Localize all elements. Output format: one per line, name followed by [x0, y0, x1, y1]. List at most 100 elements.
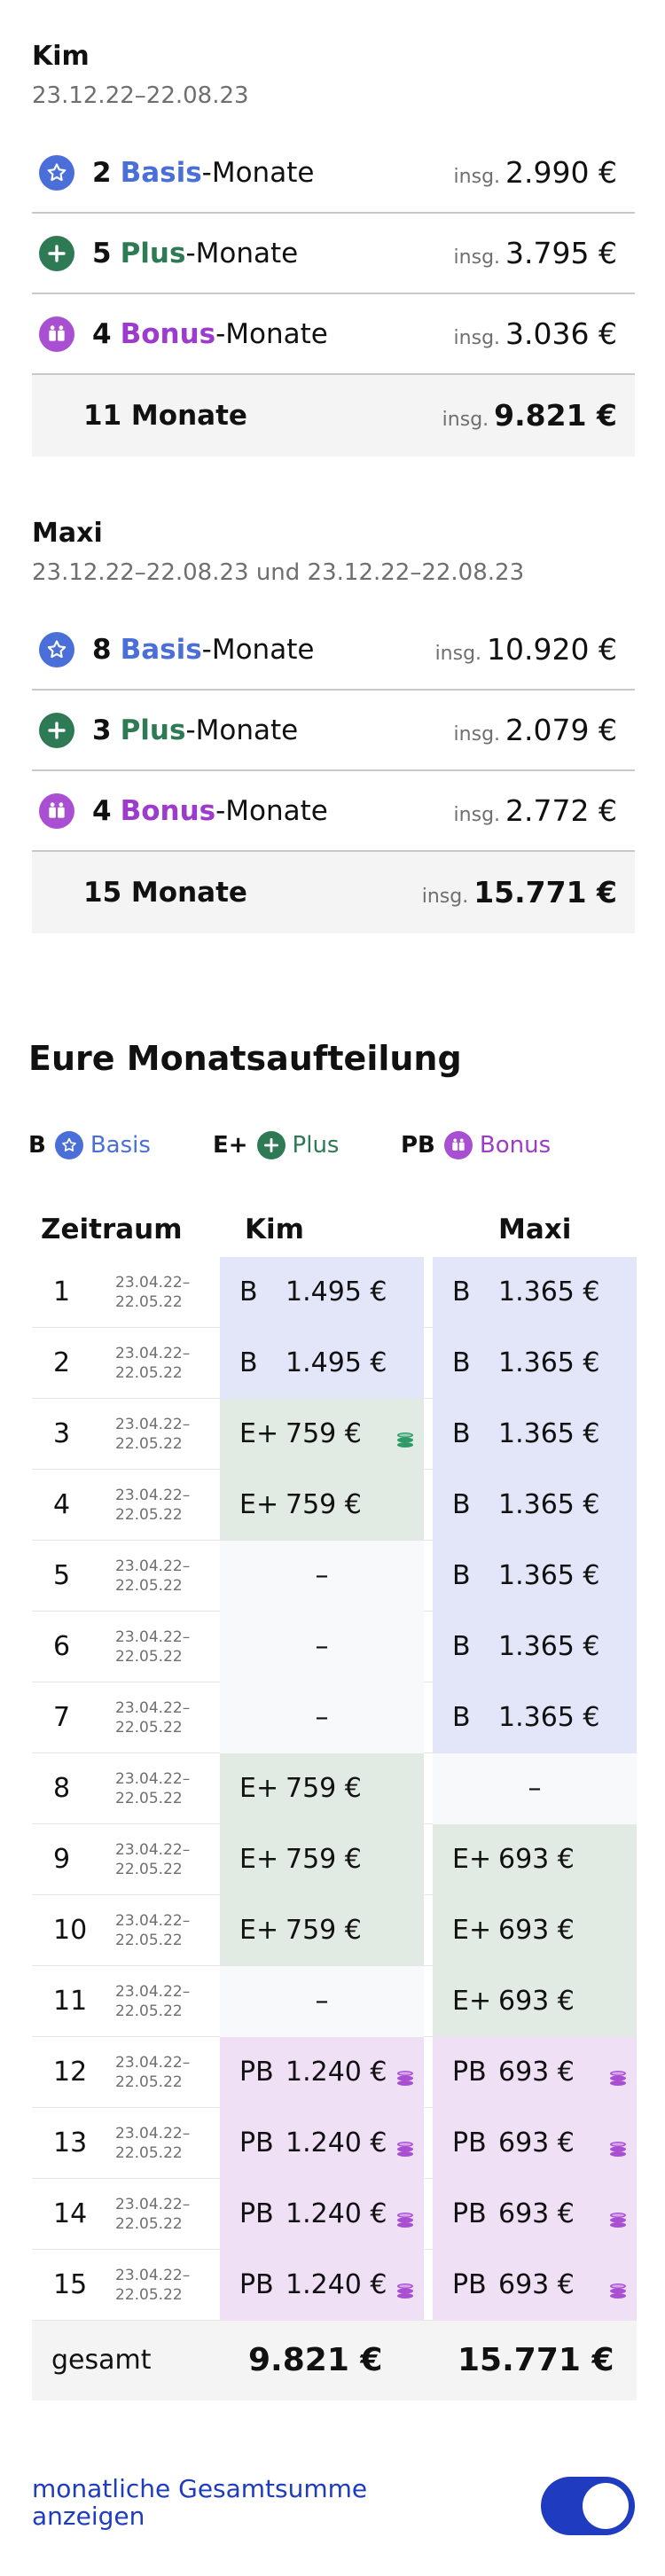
- month-type-amount: insg. 3.036 €: [454, 316, 617, 351]
- row-date-range: 23.04.22– 22.05.22: [115, 1911, 190, 1950]
- coins-icon: [395, 1425, 415, 1448]
- star-icon: [39, 631, 74, 667]
- month-type-abbr: PB: [239, 2127, 274, 2158]
- month-count: 4: [92, 317, 112, 350]
- maxi-month-cell[interactable]: B 1.365 €: [433, 1257, 637, 1328]
- parent-dates: 23.12.22–22.08.23: [32, 82, 249, 109]
- maxi-month-cell[interactable]: B 1.365 €: [433, 1470, 637, 1541]
- parent-total-row: 11 Monate insg. 9.821 €: [32, 375, 635, 457]
- month-amount: 1.365 €: [498, 1489, 600, 1520]
- kim-month-cell[interactable]: PB 1.240 €: [220, 2250, 424, 2321]
- date-to: 22.05.22: [115, 1790, 183, 1807]
- month-type-abbr: B: [452, 1276, 471, 1308]
- maxi-month-cell[interactable]: B 1.365 €: [433, 1328, 637, 1399]
- insg-label: insg.: [453, 723, 501, 745]
- date-to: 22.05.22: [115, 1577, 183, 1595]
- maxi-month-cell[interactable]: PB 693 €: [433, 2108, 637, 2179]
- date-from: 23.04.22–: [115, 2054, 191, 2072]
- month-amount: 1.365 €: [498, 1702, 600, 1733]
- star-icon: [39, 154, 74, 191]
- date-from: 23.04.22–: [115, 1983, 191, 2001]
- kim-month-cell[interactable]: E+ 759 €: [220, 1895, 424, 1966]
- maxi-month-cell[interactable]: PB 693 €: [433, 2037, 637, 2108]
- maxi-month-cell[interactable]: PB 693 €: [433, 2250, 637, 2321]
- empty-dash: –: [315, 1560, 329, 1591]
- kim-month-cell[interactable]: –: [220, 1966, 424, 2037]
- maxi-month-cell[interactable]: B 1.365 €: [433, 1399, 637, 1470]
- month-type-abbr: B: [452, 1631, 471, 1662]
- date-to: 22.05.22: [115, 2073, 183, 2091]
- row-number: 4: [53, 1489, 71, 1520]
- kim-month-cell[interactable]: B 1.495 €: [220, 1328, 424, 1399]
- date-from: 23.04.22–: [115, 2196, 191, 2213]
- row-number: 12: [53, 2057, 88, 2088]
- row-number: 7: [53, 1702, 71, 1733]
- plus-icon: [39, 712, 74, 748]
- kim-month-cell[interactable]: –: [220, 1612, 424, 1682]
- kim-month-cell[interactable]: E+ 759 €: [220, 1399, 424, 1470]
- parent-name: Maxi: [32, 518, 103, 549]
- parent-total-months: 15 Monate: [83, 877, 247, 909]
- parent-name: Kim: [32, 41, 90, 72]
- month-amount: 759 €: [286, 1418, 362, 1449]
- table-row: 13 23.04.22– 22.05.22 PB 1.240 € PB 693 €: [32, 2108, 637, 2179]
- maxi-month-cell[interactable]: E+ 693 €: [433, 1966, 637, 2037]
- date-to: 22.05.22: [115, 2286, 183, 2304]
- month-type-suffix: -Monate: [201, 633, 315, 666]
- date-from: 23.04.22–: [115, 1770, 191, 1788]
- maxi-month-cell[interactable]: B 1.365 €: [433, 1682, 637, 1753]
- kim-month-cell[interactable]: B 1.495 €: [220, 1257, 424, 1328]
- plus-icon: [256, 1131, 286, 1159]
- month-amount: 1.240 €: [286, 2127, 387, 2158]
- parent-month-list: 8 Basis-Monate insg. 10.920 €3 Plus-Monate in…: [32, 610, 635, 852]
- empty-dash: –: [315, 1702, 329, 1733]
- row-date-range: 23.04.22– 22.05.22: [115, 1415, 190, 1454]
- table-header: Zeitraum Kim Maxi: [32, 1202, 637, 1257]
- maxi-month-cell[interactable]: –: [433, 1753, 637, 1824]
- month-type-abbr: B: [452, 1418, 471, 1449]
- month-amount: 693 €: [498, 1844, 575, 1875]
- month-count: 4: [92, 794, 112, 827]
- date-to: 22.05.22: [115, 1861, 183, 1878]
- maxi-month-cell[interactable]: E+ 693 €: [433, 1895, 637, 1966]
- maxi-month-cell[interactable]: B 1.365 €: [433, 1612, 637, 1682]
- month-type-row-bonus: 4 Bonus-Monate insg. 3.036 €: [32, 294, 635, 375]
- row-date-range: 23.04.22– 22.05.22: [115, 1628, 190, 1667]
- row-date-range: 23.04.22– 22.05.22: [115, 2124, 190, 2163]
- kim-month-cell[interactable]: E+ 759 €: [220, 1470, 424, 1541]
- legend-abbr: E+: [213, 1132, 248, 1159]
- kim-month-cell[interactable]: –: [220, 1541, 424, 1612]
- amount-value: 3.795 €: [505, 236, 617, 270]
- kim-month-cell[interactable]: PB 1.240 €: [220, 2179, 424, 2250]
- month-type-row-basis: 2 Basis-Monate insg. 2.990 €: [32, 133, 635, 214]
- kim-month-cell[interactable]: E+ 759 €: [220, 1824, 424, 1895]
- month-type-abbr: E+: [239, 1844, 279, 1875]
- maxi-month-cell[interactable]: PB 693 €: [433, 2179, 637, 2250]
- date-from: 23.04.22–: [115, 2125, 191, 2143]
- month-count: 8: [92, 633, 112, 666]
- row-number: 3: [53, 1418, 71, 1449]
- kim-month-cell[interactable]: PB 1.240 €: [220, 2037, 424, 2108]
- total-amount-value: 15.771 €: [473, 875, 617, 909]
- legend: B Basis E+ Plus PB Bonus: [28, 1126, 640, 1165]
- date-from: 23.04.22–: [115, 1345, 191, 1362]
- month-amount: 1.365 €: [498, 1418, 600, 1449]
- toggle-label[interactable]: monatliche Gesamtsumme anzeigen: [32, 2475, 440, 2530]
- month-type-amount: insg. 10.920 €: [435, 632, 617, 667]
- month-amount: 693 €: [498, 2198, 575, 2229]
- insg-label: insg.: [453, 804, 501, 826]
- legend-label: Bonus: [479, 1132, 552, 1159]
- maxi-month-cell[interactable]: B 1.365 €: [433, 1541, 637, 1612]
- maxi-month-cell[interactable]: E+ 693 €: [433, 1824, 637, 1895]
- row-number: 14: [53, 2198, 88, 2229]
- month-type-label: 2 Basis-Monate: [92, 157, 314, 189]
- date-from: 23.04.22–: [115, 1628, 191, 1646]
- kim-month-cell[interactable]: –: [220, 1682, 424, 1753]
- monthly-total-toggle[interactable]: [541, 2477, 635, 2535]
- legend-abbr: B: [28, 1132, 46, 1159]
- month-type-abbr: PB: [452, 2198, 487, 2229]
- month-type-abbr: E+: [239, 1773, 279, 1804]
- kim-month-cell[interactable]: E+ 759 €: [220, 1753, 424, 1824]
- kim-month-cell[interactable]: PB 1.240 €: [220, 2108, 424, 2179]
- row-number: 6: [53, 1631, 71, 1662]
